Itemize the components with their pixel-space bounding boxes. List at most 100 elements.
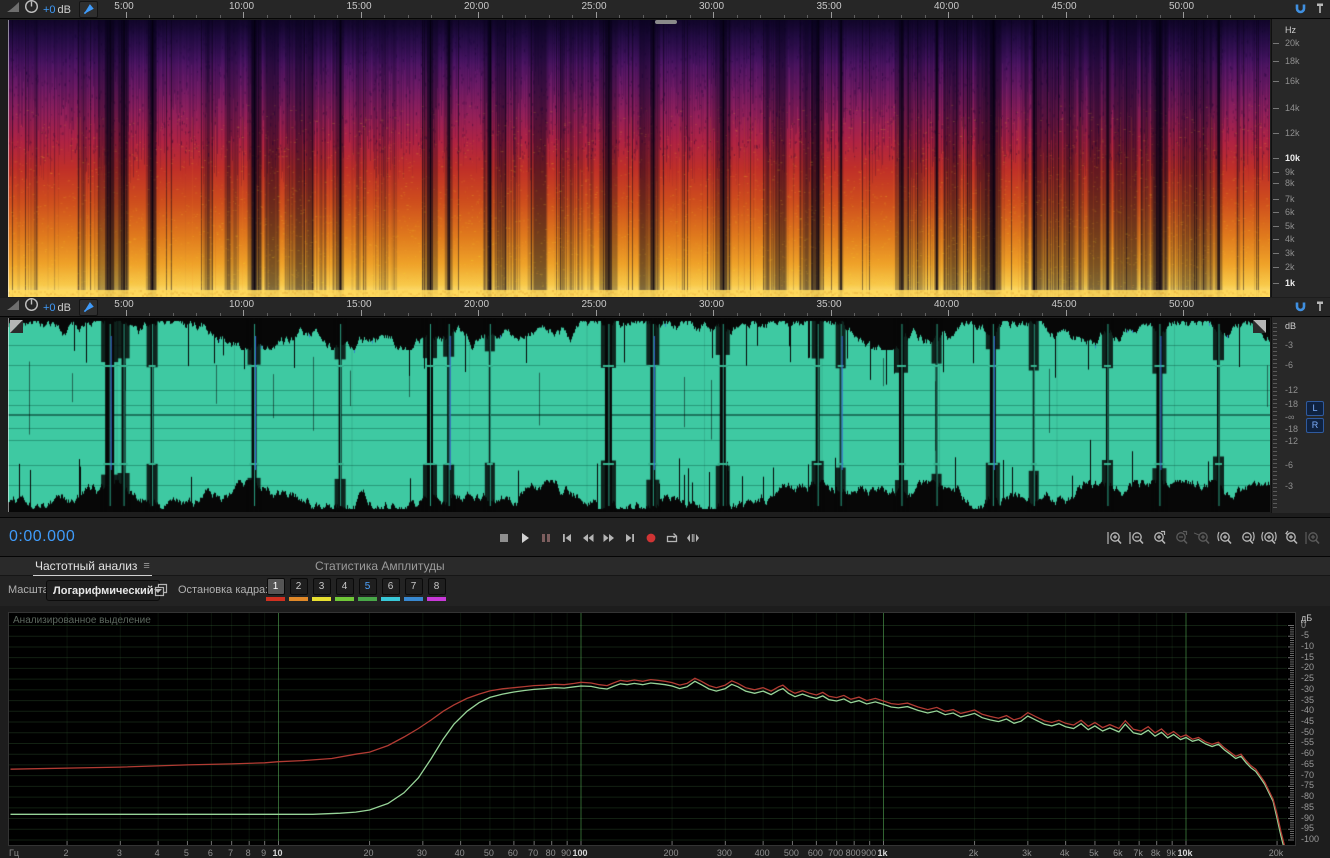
fast-forward-button[interactable] <box>599 530 619 546</box>
db-axis-label: -90 <box>1301 812 1315 823</box>
spectrogram-header-controls: +0 dB <box>0 0 106 18</box>
frequency-axis-label: 30 <box>416 848 427 858</box>
ruler-tick <box>525 15 526 18</box>
scale-tick <box>1273 491 1277 492</box>
skip-selection-button[interactable] <box>683 530 703 546</box>
panel-menu-icon[interactable]: ≡ <box>143 560 149 572</box>
playhead-waveform[interactable] <box>8 318 9 512</box>
scale-tick <box>1273 495 1277 496</box>
pause-button[interactable] <box>536 530 556 546</box>
channel-badge-left[interactable]: L <box>1306 401 1324 416</box>
hold-button-5[interactable]: 5 <box>358 578 377 601</box>
zoom-in-point-button[interactable] <box>1216 529 1234 546</box>
pin-toggle-button[interactable] <box>79 298 99 316</box>
channel-badge-right[interactable]: R <box>1306 418 1324 433</box>
ruler-time-label: 30:00 <box>698 299 725 310</box>
hold-button-7[interactable]: 7 <box>404 578 423 601</box>
magnet-icon[interactable] <box>1293 299 1308 319</box>
zoom-out-selection-button[interactable] <box>1172 529 1190 546</box>
copy-graph-button[interactable] <box>152 581 170 599</box>
gain-unit: dB <box>57 302 72 314</box>
clock-knob-icon[interactable] <box>24 297 39 317</box>
scale-tick <box>1273 183 1279 184</box>
tab-frequency-analysis[interactable]: Частотный анализ ≡ <box>33 557 152 576</box>
hold-button-2[interactable]: 2 <box>289 578 308 601</box>
ruler-time-label: 20:00 <box>463 1 490 12</box>
loop-playback-button[interactable] <box>662 530 682 546</box>
ruler-tick <box>290 313 291 316</box>
ruler-tick <box>548 313 550 316</box>
timeline-ruler-spectrogram[interactable]: 5:00 10:00 15:00 20:00 25:00 30:00 35:00 40:00 4… <box>8 0 1270 18</box>
zoom-in-time-button[interactable] <box>1106 529 1124 546</box>
record-button[interactable] <box>641 530 661 546</box>
hold-button-number: 7 <box>404 578 423 595</box>
skip-to-end-button[interactable] <box>620 530 640 546</box>
frequency-axis-label: 9 <box>261 848 267 858</box>
hold-button-1[interactable]: 1 <box>266 578 285 601</box>
stop-button[interactable] <box>494 530 514 546</box>
db-axis-label: -5 <box>1301 630 1310 641</box>
frequency-scale-label: 12k <box>1285 128 1300 138</box>
time-display[interactable]: 0:00.000 <box>9 528 75 546</box>
ruler-tick <box>454 313 456 316</box>
db-axis-label: -15 <box>1301 651 1315 662</box>
frequency-axis-label: 4k <box>1059 848 1070 858</box>
clock-knob-icon[interactable] <box>24 0 39 19</box>
fade-out-handle[interactable] <box>1253 320 1266 333</box>
pin-toggle-button[interactable] <box>79 0 99 18</box>
ruler-tick <box>948 12 949 18</box>
skip-to-start-button[interactable] <box>557 530 577 546</box>
overview-scrollbar-thumb[interactable] <box>655 20 677 24</box>
scale-tick <box>1273 331 1277 332</box>
zoom-full-button[interactable] <box>1304 529 1322 546</box>
ruler-tick <box>877 313 879 316</box>
tab-amplitude-statistics[interactable]: Статистика Амплитуды <box>315 557 445 575</box>
ruler-tick <box>1183 12 1184 18</box>
frequency-scale-label: 7k <box>1285 194 1295 204</box>
ruler-tick <box>1112 15 1114 18</box>
hold-button-3[interactable]: 3 <box>312 578 331 601</box>
ruler-tick <box>1065 12 1067 18</box>
zoom-out-point-button[interactable] <box>1238 529 1256 546</box>
waveform-display[interactable] <box>8 318 1270 512</box>
db-axis-label: -80 <box>1301 791 1315 802</box>
hold-button-8[interactable]: 8 <box>427 578 446 601</box>
fade-in-handle[interactable] <box>10 320 23 333</box>
hold-button-4[interactable]: 4 <box>335 578 354 601</box>
scale-tick <box>1273 158 1279 159</box>
timeline-ruler-waveform[interactable]: 5:00 10:00 15:00 20:00 25:00 30:00 35:00 40:00 4… <box>8 298 1270 316</box>
scale-tick <box>1273 435 1277 436</box>
zoom-in-selection-button[interactable] <box>1150 529 1168 546</box>
ruler-tick <box>572 15 573 18</box>
ruler-tick <box>478 12 479 18</box>
hold-color-swatch <box>335 597 354 601</box>
hold-button-6[interactable]: 6 <box>381 578 400 601</box>
scale-tick <box>1273 343 1277 344</box>
frequency-scale-unit: Hz <box>1285 25 1296 35</box>
frequency-axis-label: 2 <box>63 848 69 858</box>
ruler-tick <box>290 15 291 18</box>
frequency-axis-label: 70 <box>528 848 539 858</box>
ruler-tick <box>1042 313 1043 316</box>
frequency-axis-label: 800 <box>845 848 861 858</box>
ruler-tick <box>501 313 503 316</box>
scale-select[interactable]: Логарифмический <box>46 580 162 601</box>
pin-icon[interactable] <box>1314 1 1326 21</box>
scale-tick <box>1273 379 1277 380</box>
zoom-reset-button[interactable] <box>1194 529 1212 546</box>
rewind-button[interactable] <box>578 530 598 546</box>
spectrogram-display[interactable] <box>8 20 1270 297</box>
zoom-out-time-button[interactable] <box>1128 529 1146 546</box>
pin-icon[interactable] <box>1314 299 1326 319</box>
scale-tick <box>1273 431 1277 432</box>
magnet-icon[interactable] <box>1293 1 1308 21</box>
ruler-tick <box>642 15 644 18</box>
zoom-selection-button[interactable] <box>1260 529 1278 546</box>
play-button[interactable] <box>515 530 535 546</box>
playhead-spectrogram[interactable] <box>8 20 9 297</box>
ruler-tick <box>1230 15 1231 18</box>
ruler-tick <box>407 313 409 316</box>
gain-value[interactable]: +0 <box>43 4 56 16</box>
gain-value[interactable]: +0 <box>43 302 56 314</box>
restore-zoom-button[interactable] <box>1282 529 1300 546</box>
